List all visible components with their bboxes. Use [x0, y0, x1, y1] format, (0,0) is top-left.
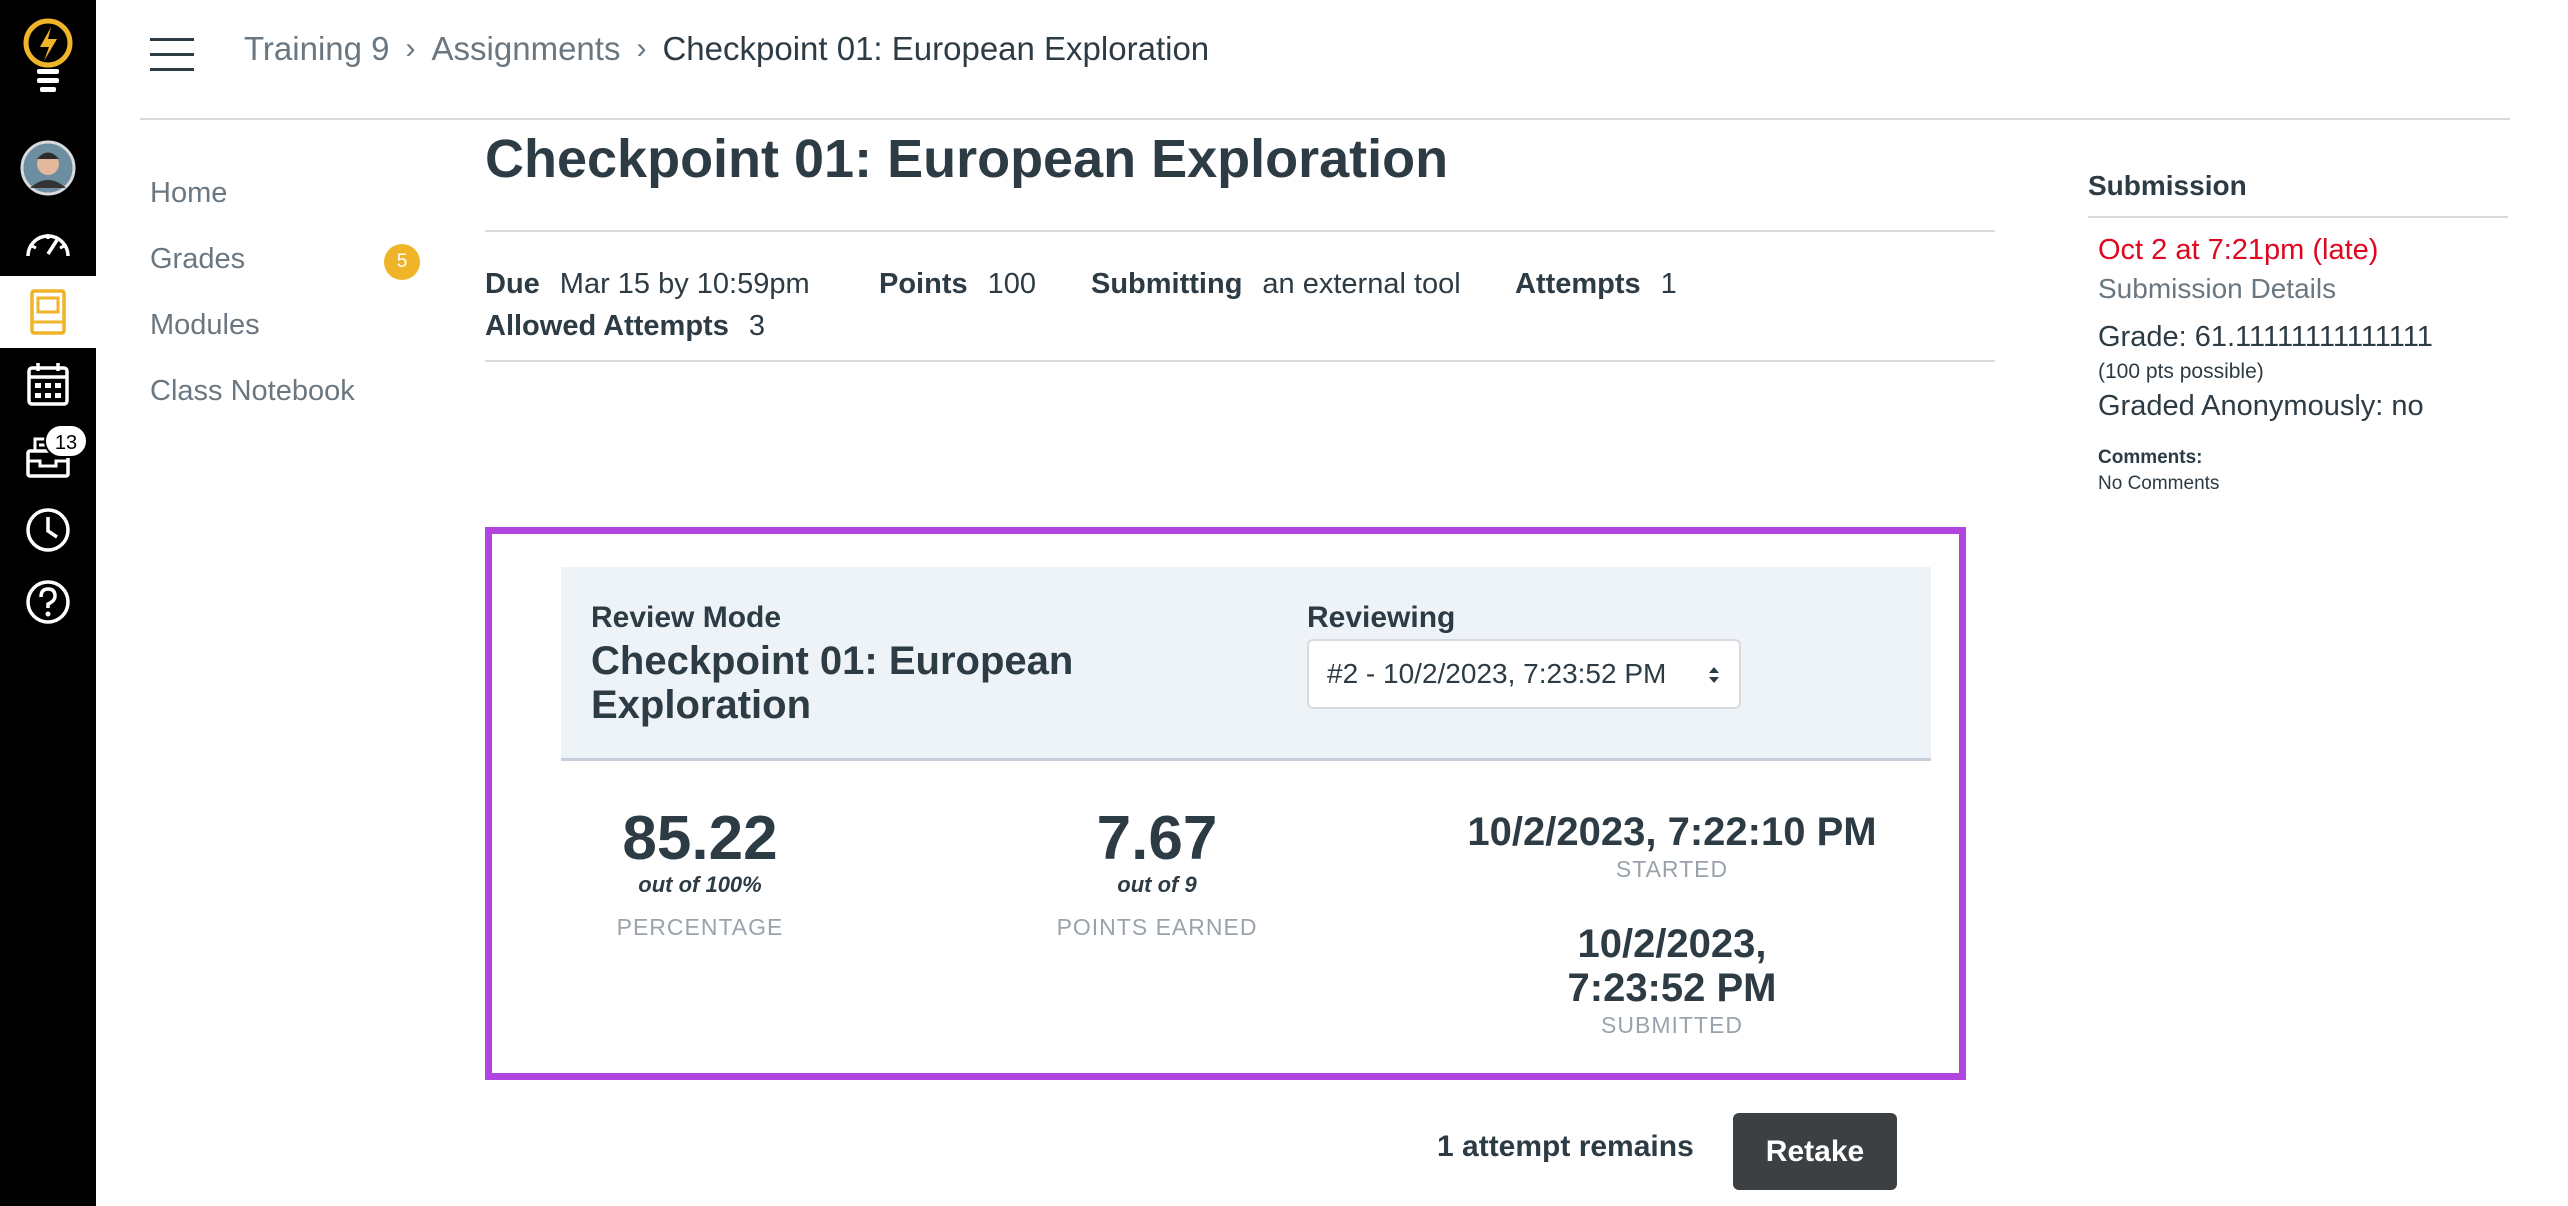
submitting-value: an external tool — [1262, 268, 1461, 300]
course-nav-class-notebook[interactable]: Class Notebook — [150, 358, 430, 424]
breadcrumb-current: Checkpoint 01: European Exploration — [662, 30, 1210, 67]
calendar-icon[interactable] — [0, 348, 96, 420]
external-tool-frame: Review Mode Checkpoint 01: European Expl… — [485, 527, 1966, 1080]
submission-details-link[interactable]: Submission Details — [2098, 273, 2508, 305]
course-nav-grades[interactable]: Grades 5 — [150, 226, 430, 292]
submission-grade: Grade: 61.11111111111111 — [2098, 321, 2433, 353]
allowed-attempts-value: 3 — [748, 310, 765, 342]
history-icon[interactable] — [0, 494, 96, 566]
course-nav-label: Home — [150, 177, 228, 209]
grades-count-badge: 5 — [384, 244, 420, 280]
points-earned-sub: out of 9 — [1117, 872, 1197, 897]
review-title: Checkpoint 01: European Exploration — [591, 639, 1074, 727]
reviewing-label: Reviewing — [1307, 601, 1456, 634]
started-stat: 10/2/2023, 7:22:10 PM STARTED — [1452, 810, 1892, 884]
percentage-label: PERCENTAGE — [616, 914, 784, 940]
course-nav-home[interactable]: Home — [150, 160, 430, 226]
dashboard-icon[interactable] — [0, 206, 96, 278]
breadcrumb-separator-icon: › — [405, 32, 416, 65]
attempts-label: Attempts — [1515, 268, 1641, 300]
course-nav-label: Class Notebook — [150, 375, 355, 407]
percentage-stat: 85.22 out of 100% PERCENTAGE — [550, 806, 850, 942]
allowed-attempts-label: Allowed Attempts — [485, 310, 729, 342]
submission-date-late: Oct 2 at 7:21pm (late) — [2098, 234, 2379, 266]
submission-sidebar: Submission Oct 2 at 7:21pm (late) Submis… — [2088, 170, 2508, 495]
global-nav: 13 — [0, 0, 96, 1206]
retake-button[interactable]: Retake — [1733, 1113, 1897, 1190]
attempts-remaining-text: 1 attempt remains — [1437, 1130, 1694, 1163]
submission-title: Submission — [2088, 170, 2508, 218]
due-label: Due — [485, 268, 540, 300]
percentage-value: 85.22 — [622, 804, 778, 873]
graded-anonymously: Graded Anonymously: no — [2098, 390, 2424, 422]
percentage-sub: out of 100% — [638, 872, 762, 897]
courses-icon[interactable] — [0, 276, 96, 348]
due-detail: Due Mar 15 by 10:59pm — [485, 268, 810, 301]
select-arrows-icon — [1709, 667, 1719, 683]
points-earned-value: 7.67 — [1096, 804, 1218, 873]
submission-points-possible: (100 pts possible) — [2098, 360, 2264, 383]
course-nav-label: Modules — [150, 309, 260, 341]
page-header: Training 9 › Assignments › Checkpoint 01… — [140, 0, 2510, 120]
submitting-label: Submitting — [1091, 268, 1243, 300]
help-icon[interactable] — [0, 566, 96, 638]
breadcrumb-assignments[interactable]: Assignments — [432, 30, 621, 68]
comments-text: No Comments — [2098, 473, 2220, 494]
attempts-detail: Attempts 1 — [1515, 268, 1677, 301]
account-avatar[interactable] — [0, 132, 96, 204]
breadcrumb: Training 9 › Assignments › Checkpoint 01… — [244, 30, 1209, 68]
assignment-details: Due Mar 15 by 10:59pm Points 100 Submittin… — [485, 230, 1995, 362]
due-value: Mar 15 by 10:59pm — [559, 268, 810, 300]
review-mode-label: Review Mode — [591, 601, 782, 634]
inbox-icon[interactable]: 13 — [0, 420, 96, 492]
attempt-select[interactable]: #2 - 10/2/2023, 7:23:52 PM — [1307, 639, 1741, 709]
logo-icon[interactable] — [0, 8, 96, 108]
allowed-attempts-detail: Allowed Attempts 3 — [485, 310, 765, 343]
course-nav-modules[interactable]: Modules — [150, 292, 430, 358]
points-earned-stat: 7.67 out of 9 POINTS EARNED — [1007, 806, 1307, 942]
menu-toggle-icon[interactable] — [150, 38, 196, 74]
attempt-select-value: #2 - 10/2/2023, 7:23:52 PM — [1327, 658, 1667, 689]
comments-label: Comments: — [2098, 447, 2203, 468]
points-detail: Points 100 — [879, 268, 1036, 301]
page-title: Checkpoint 01: European Exploration — [485, 129, 1449, 189]
submitted-stat: 10/2/2023, 7:23:52 PM SUBMITTED — [1507, 922, 1837, 1040]
review-header: Review Mode Checkpoint 01: European Expl… — [561, 567, 1931, 761]
course-nav: Home Grades 5 Modules Class Notebook — [150, 160, 430, 424]
attempts-value: 1 — [1660, 268, 1677, 300]
submitted-value: 10/2/2023, 7:23:52 PM — [1567, 922, 1777, 1010]
points-earned-label: POINTS EARNED — [1056, 914, 1258, 940]
breadcrumb-course[interactable]: Training 9 — [244, 30, 390, 68]
inbox-unread-badge: 13 — [44, 424, 88, 458]
submitted-label: SUBMITTED — [1601, 1012, 1743, 1038]
breadcrumb-separator-icon: › — [636, 32, 647, 65]
started-value: 10/2/2023, 7:22:10 PM — [1467, 810, 1877, 854]
submitting-detail: Submitting an external tool — [1091, 268, 1461, 301]
points-label: Points — [879, 268, 968, 300]
started-label: STARTED — [1615, 856, 1729, 882]
course-nav-label: Grades — [150, 243, 246, 275]
points-value: 100 — [987, 268, 1037, 300]
